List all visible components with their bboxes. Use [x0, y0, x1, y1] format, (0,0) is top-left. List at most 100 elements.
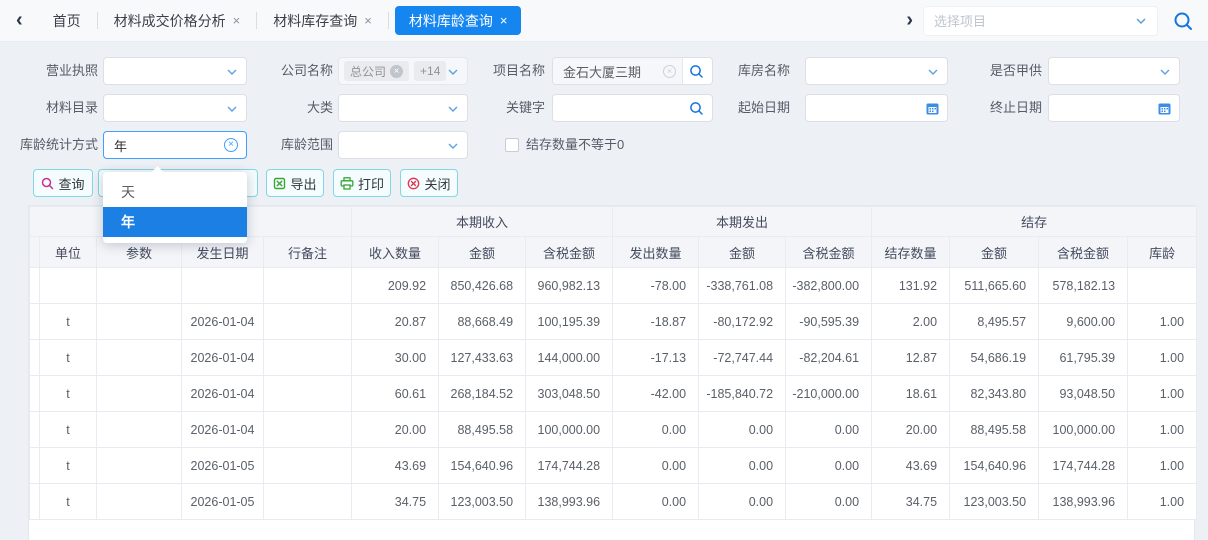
cell: 1.00 [1128, 412, 1197, 448]
keyword-input[interactable] [552, 94, 713, 122]
cell: 511,665.60 [950, 268, 1039, 304]
tab-material-price-analysis[interactable]: 材料成交价格分析 × [98, 11, 257, 31]
group-header-income: 本期收入 [352, 207, 613, 237]
tag-remove-icon[interactable]: × [390, 65, 403, 78]
table-row[interactable]: t2026-01-0460.61268,184.52303,048.50-42.… [30, 376, 1197, 412]
cell: 578,182.13 [1039, 268, 1128, 304]
cell: -80,172.92 [699, 304, 786, 340]
col-issue-tax-amount[interactable]: 含税金额 [786, 237, 872, 268]
calendar-icon[interactable] [1157, 101, 1172, 116]
cell: 1.00 [1128, 484, 1197, 520]
tab-close-icon[interactable]: × [500, 13, 508, 28]
cell [264, 448, 352, 484]
col-balance-amount[interactable]: 金额 [950, 237, 1039, 268]
cell: 0.00 [699, 448, 786, 484]
business-license-select[interactable] [103, 57, 247, 85]
col-income-amount[interactable]: 金额 [439, 237, 526, 268]
tab-close-icon[interactable]: × [364, 13, 372, 28]
row-selector-cell [30, 412, 40, 448]
table-row[interactable]: t2026-01-0420.8788,668.49100,195.39-18.8… [30, 304, 1197, 340]
cell: 82,343.80 [950, 376, 1039, 412]
category-select[interactable] [338, 94, 468, 122]
cell: 34.75 [872, 484, 950, 520]
cell [264, 268, 352, 304]
tab-material-age-query[interactable]: 材料库龄查询 × [395, 6, 522, 35]
dropdown-option-year[interactable]: 年 [103, 207, 247, 237]
tabs-scroll-right-icon[interactable]: › [896, 10, 923, 32]
owner-supplied-select[interactable] [1048, 57, 1180, 85]
start-date-input[interactable] [805, 94, 948, 122]
cell [264, 376, 352, 412]
tab-material-inventory-query[interactable]: 材料库存查询 × [257, 11, 388, 31]
tabs-scroll-left-icon[interactable]: ‹ [0, 10, 37, 32]
cell: 123,003.50 [950, 484, 1039, 520]
cell [264, 484, 352, 520]
cell: 43.69 [872, 448, 950, 484]
end-date-input[interactable] [1048, 94, 1180, 122]
cell: -382,800.00 [786, 268, 872, 304]
col-unit[interactable]: 单位 [40, 237, 97, 268]
age-range-select[interactable] [338, 131, 468, 159]
cell: 154,640.96 [439, 448, 526, 484]
close-button[interactable]: 关闭 [400, 169, 458, 197]
business-license-label: 营业执照 [8, 57, 98, 85]
row-selector-cell [30, 268, 40, 304]
nonzero-balance-label: 结存数量不等于0 [526, 131, 624, 159]
export-button[interactable]: 导出 [266, 169, 324, 197]
print-button[interactable]: 打印 [333, 169, 391, 197]
project-select[interactable]: 选择项目 [923, 6, 1158, 36]
cell [264, 340, 352, 376]
global-search-icon[interactable] [1172, 10, 1194, 32]
chevron-down-icon [226, 103, 238, 115]
cell [182, 268, 264, 304]
cell: 0.00 [613, 484, 699, 520]
cell: 174,744.28 [526, 448, 613, 484]
cell [264, 304, 352, 340]
cell: -90,595.39 [786, 304, 872, 340]
clear-icon[interactable]: × [224, 138, 238, 152]
col-selector [30, 237, 40, 268]
cell: 8,495.57 [950, 304, 1039, 340]
tab-close-icon[interactable]: × [233, 13, 241, 28]
cell: 93,048.50 [1039, 376, 1128, 412]
tab-home[interactable]: 首页 [37, 11, 97, 31]
cell [97, 376, 182, 412]
table-row[interactable]: t2026-01-0420.0088,495.58100,000.000.000… [30, 412, 1197, 448]
col-balance-tax-amount[interactable]: 含税金额 [1039, 237, 1128, 268]
cell [97, 340, 182, 376]
dropdown-option-day[interactable]: 天 [103, 177, 247, 207]
company-name-multiselect[interactable]: 总公司 × +14 [338, 57, 468, 85]
nonzero-balance-checkbox[interactable] [505, 138, 519, 152]
table-row[interactable]: t2026-01-0430.00127,433.63144,000.00-17.… [30, 340, 1197, 376]
tab-separator [388, 12, 389, 29]
cell: 960,982.13 [526, 268, 613, 304]
age-method-select[interactable]: 年 × [103, 131, 247, 159]
table-row[interactable]: t2026-01-0534.75123,003.50138,993.960.00… [30, 484, 1197, 520]
table-body: 209.92850,426.68960,982.13-78.00-338,761… [30, 268, 1197, 520]
filter-row-1: 营业执照 公司名称 总公司 × +14 项目名称 金石大厦三期 × 库房名称 是… [0, 57, 1208, 87]
cell: 2026-01-04 [182, 340, 264, 376]
query-button[interactable]: 查询 [33, 169, 93, 197]
close-circle-icon [407, 177, 420, 190]
project-name-input[interactable]: 金石大厦三期 × [552, 57, 713, 85]
close-button-label: 关闭 [424, 174, 450, 193]
calendar-icon[interactable] [925, 101, 940, 116]
table-row[interactable]: 209.92850,426.68960,982.13-78.00-338,761… [30, 268, 1197, 304]
category-label: 大类 [243, 94, 333, 122]
col-income-tax-amount[interactable]: 含税金额 [526, 237, 613, 268]
material-catalog-select[interactable] [103, 94, 247, 122]
keyword-label: 关键字 [455, 94, 545, 122]
cell: -338,761.08 [699, 268, 786, 304]
col-balance-qty[interactable]: 结存数量 [872, 237, 950, 268]
table-row[interactable]: t2026-01-0543.69154,640.96174,744.280.00… [30, 448, 1197, 484]
col-row-remark[interactable]: 行备注 [264, 237, 352, 268]
warehouse-name-select[interactable] [805, 57, 948, 85]
age-method-label: 库龄统计方式 [8, 131, 98, 159]
clear-icon[interactable]: × [663, 65, 676, 78]
col-issue-amount[interactable]: 金额 [699, 237, 786, 268]
col-issue-qty[interactable]: 发出数量 [613, 237, 699, 268]
col-income-qty[interactable]: 收入数量 [352, 237, 439, 268]
cell [97, 484, 182, 520]
col-stock-age[interactable]: 库龄 [1128, 237, 1197, 268]
cell: 30.00 [352, 340, 439, 376]
